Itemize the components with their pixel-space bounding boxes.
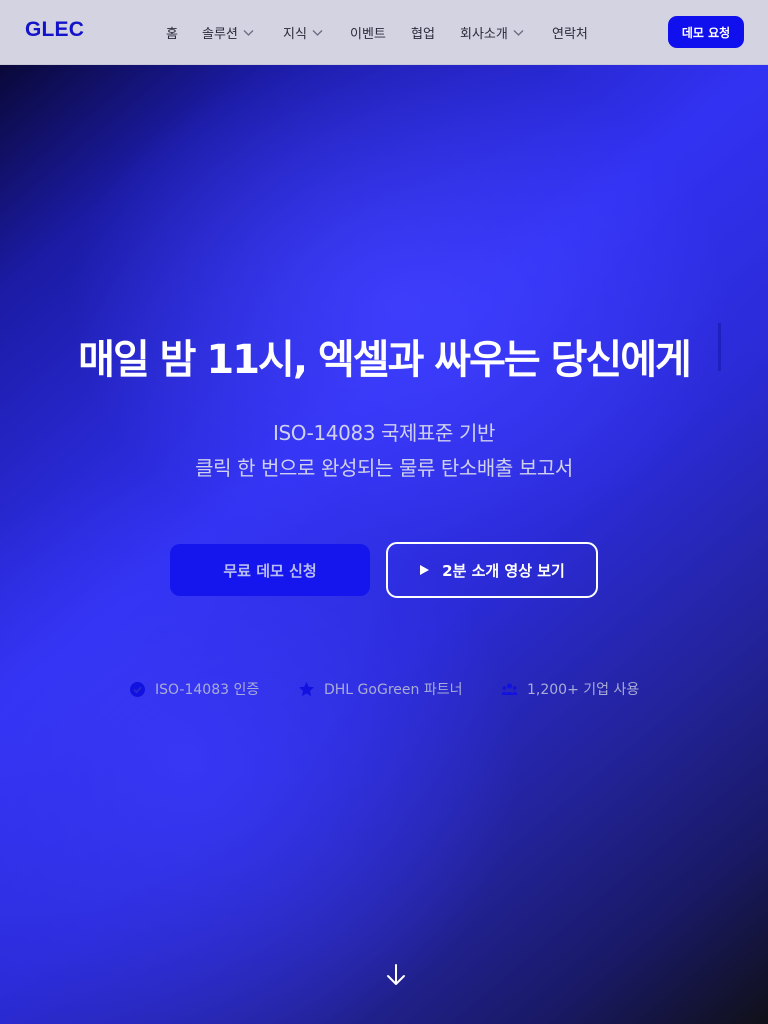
nav-item-label: 연락처	[552, 26, 588, 42]
nav-item-label: 협업	[411, 26, 435, 42]
glec-logo[interactable]: GLEC	[25, 18, 84, 42]
hero-headline: 매일 밤 11시, 엑셀과 싸우는 당신에게	[78, 337, 692, 383]
badge-companies-count: 1,200+ 기업 사용	[501, 677, 639, 701]
check-circle-icon	[130, 681, 145, 697]
watch-video-label: 2분 소개 영상 보기	[442, 561, 565, 580]
star-icon	[299, 681, 314, 696]
watch-video-button[interactable]: 2분 소개 영상 보기	[386, 542, 598, 598]
top-navigation-bar: GLEC 홈 솔루션 지식 이벤트 협업 회사소개 연락처 데모 요청	[0, 0, 768, 65]
badge-iso-certified: ISO-14083 인증	[129, 677, 259, 701]
chevron-down-icon	[513, 29, 524, 36]
nav-item-solutions[interactable]: 솔루션	[202, 22, 255, 42]
nav-item-collaboration[interactable]: 협업	[411, 22, 435, 42]
typing-cursor	[718, 323, 721, 371]
nav-item-label: 지식	[283, 26, 307, 42]
free-demo-button[interactable]: 무료 데모 신청	[170, 544, 370, 596]
nav-item-label: 홈	[166, 26, 178, 42]
badge-label: ISO-14083 인증	[155, 682, 260, 698]
users-icon	[501, 682, 518, 695]
nav-item-label: 이벤트	[350, 26, 386, 42]
hero-subline-standard: ISO-14083 국제표준 기반	[272, 421, 496, 445]
hero-subline-description: 클릭 한 번으로 완성되는 물류 탄소배출 보고서	[195, 456, 573, 480]
nav-item-knowledge[interactable]: 지식	[283, 22, 324, 42]
nav-item-about[interactable]: 회사소개	[460, 22, 525, 42]
badge-label: 1,200+ 기업 사용	[527, 682, 640, 698]
play-icon	[420, 565, 430, 575]
chevron-down-icon	[312, 29, 323, 36]
chevron-down-icon	[243, 29, 254, 36]
arrow-down-icon[interactable]	[385, 963, 407, 989]
nav-item-contact[interactable]: 연락처	[552, 22, 588, 42]
nav-item-label: 솔루션	[202, 26, 238, 42]
nav-item-events[interactable]: 이벤트	[350, 22, 386, 42]
trust-badges: ISO-14083 인증 DHL GoGreen 파트너 1,200+ 기업 사…	[0, 677, 768, 701]
badge-label: DHL GoGreen 파트너	[324, 682, 463, 698]
nav-item-label: 회사소개	[460, 26, 508, 42]
badge-dhl-partner: DHL GoGreen 파트너	[298, 677, 462, 701]
nav-item-home[interactable]: 홈	[166, 22, 178, 42]
hero-section: 매일 밤 11시, 엑셀과 싸우는 당신에게 ISO-14083 국제표준 기반…	[0, 65, 768, 1024]
request-demo-button[interactable]: 데모 요청	[668, 16, 744, 48]
